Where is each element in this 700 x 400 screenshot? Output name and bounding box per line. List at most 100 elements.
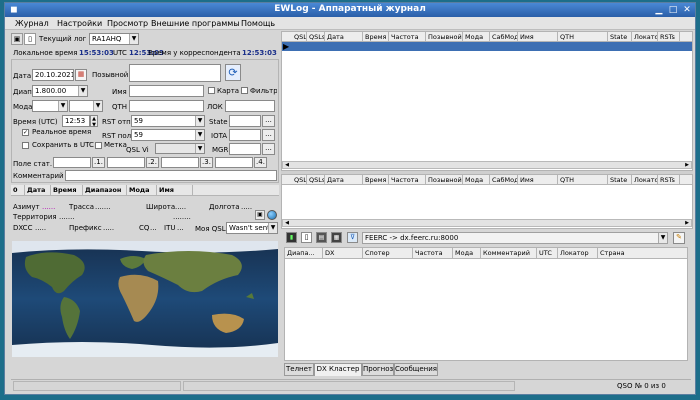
world-map[interactable] — [12, 241, 278, 357]
prev-col-qth[interactable]: QTH — [558, 175, 608, 185]
comment-input[interactable] — [65, 170, 277, 181]
log-col-freq[interactable]: Частота — [389, 32, 426, 42]
mgr-browse-button[interactable]: ... — [262, 143, 275, 155]
tab-forecast[interactable]: Прогноз — [362, 363, 394, 376]
menu-view[interactable]: Просмотр — [107, 19, 148, 28]
qth-input[interactable] — [129, 100, 204, 112]
current-log-select[interactable]: RA1AHQ ▼ — [89, 33, 139, 45]
rst-rcvd-select[interactable]: 59 ▼ — [131, 129, 205, 141]
iota-browse-button[interactable]: ... — [262, 129, 275, 141]
log-col-submode[interactable]: СабМод — [490, 32, 518, 42]
band-select[interactable]: 1.800.00 ▼ — [32, 85, 88, 97]
submode-select[interactable]: ▼ — [69, 100, 103, 112]
cluster-server-select[interactable]: FEERC -> dx.feerc.ru:8000 ▼ — [362, 232, 668, 244]
history-col-num[interactable]: 0 — [11, 185, 25, 195]
log-col-locator[interactable]: Локатор — [632, 32, 658, 42]
previous-hscrollbar[interactable]: ◀ ▶ — [282, 219, 692, 227]
menu-settings[interactable]: Настройки — [57, 19, 102, 28]
prev-col-date[interactable]: Дата — [325, 175, 363, 185]
scroll-right-icon[interactable]: ▶ — [683, 162, 691, 168]
filter-checkbox[interactable] — [241, 87, 248, 94]
mark-checkbox[interactable] — [95, 142, 102, 149]
log-col-qth[interactable]: QTH — [558, 32, 608, 42]
globe-icon[interactable] — [267, 210, 277, 220]
settings-icon[interactable]: ▤ — [316, 232, 327, 243]
menu-journal[interactable]: Журнал — [15, 19, 49, 28]
menu-external-programs[interactable]: Внешние программы — [151, 19, 240, 28]
date-field[interactable]: 20.10.2021 — [32, 69, 74, 81]
menu-help[interactable]: Помощь — [241, 19, 275, 28]
cluster-col-dx[interactable]: DX — [323, 248, 363, 259]
calendar-icon[interactable]: ▦ — [75, 69, 87, 81]
log-col-state[interactable]: State — [608, 32, 632, 42]
connect-icon[interactable]: ▮ — [286, 232, 297, 243]
state-browse-button[interactable]: ... — [262, 115, 275, 127]
minimize-icon[interactable]: ▁ — [653, 5, 665, 15]
log-col-rsts[interactable]: RSTs — [658, 32, 680, 42]
cluster-col-locator[interactable]: Локатор — [558, 248, 598, 259]
cluster-col-comment[interactable]: Комментарий — [481, 248, 537, 259]
photo-icon[interactable]: ▣ — [255, 210, 265, 220]
edit-icon[interactable]: ✎ — [673, 232, 685, 244]
log-selected-row[interactable]: ▶ — [282, 42, 692, 51]
qsl-via-select[interactable]: ▼ — [155, 143, 205, 154]
name-input[interactable] — [129, 85, 204, 97]
log-col-mode[interactable]: Мода — [463, 32, 490, 42]
field-stat-3-input[interactable] — [161, 157, 199, 168]
callsign-input[interactable] — [129, 64, 221, 82]
prev-col-qsls[interactable]: QSLs — [307, 175, 325, 185]
log-col-qsl[interactable]: QSL — [292, 32, 307, 42]
prev-col-name[interactable]: Имя — [518, 175, 558, 185]
field-stat-4-input[interactable] — [215, 157, 253, 168]
save-utc-checkbox[interactable] — [22, 142, 29, 149]
prev-col-mode[interactable]: Мода — [463, 175, 490, 185]
history-col-mode[interactable]: Мода — [127, 185, 157, 195]
my-qsl-select[interactable]: Wasn't sent ▼ — [226, 222, 278, 234]
locator-input[interactable] — [225, 100, 275, 112]
history-col-time[interactable]: Время — [51, 185, 83, 195]
prev-col-submode[interactable]: СабМод — [490, 175, 518, 185]
history-col-date[interactable]: Дата — [25, 185, 51, 195]
list-icon[interactable]: ▦ — [331, 232, 342, 243]
cluster-col-utc[interactable]: UTC — [537, 248, 558, 259]
field-stat-2-button[interactable]: .2. — [146, 157, 159, 168]
field-stat-4-button[interactable]: .4. — [254, 157, 267, 168]
prev-col-qsl[interactable]: QSL — [292, 175, 307, 185]
rst-sent-select[interactable]: 59 ▼ — [131, 115, 205, 127]
tab-messages[interactable]: Сообщения — [394, 363, 438, 376]
tab-telnet[interactable]: Телнет — [284, 363, 314, 376]
realtime-checkbox[interactable]: ✓ — [22, 129, 29, 136]
scroll-right-icon[interactable]: ▶ — [683, 220, 691, 226]
mgr-input[interactable] — [229, 143, 261, 155]
log-col-callsign[interactable]: Позывной — [426, 32, 463, 42]
time-input[interactable]: 12:53 — [62, 115, 90, 127]
cluster-col-country[interactable]: Страна — [598, 248, 687, 259]
field-stat-1-input[interactable] — [53, 157, 91, 168]
iota-input[interactable] — [229, 129, 261, 141]
prev-col-freq[interactable]: Частота — [389, 175, 426, 185]
filter-icon[interactable]: ⊽ — [347, 232, 358, 243]
log-hscrollbar[interactable]: ◀ ▶ — [282, 161, 692, 169]
mode-select[interactable]: ▼ — [32, 100, 68, 112]
cluster-col-band[interactable]: Диапа... — [285, 248, 323, 259]
log-col-date[interactable]: Дата — [325, 32, 363, 42]
tab-dx-cluster[interactable]: DX Кластер — [314, 363, 362, 376]
log-col-time[interactable]: Время — [363, 32, 389, 42]
close-icon[interactable]: ✕ — [681, 5, 693, 15]
prev-col-time[interactable]: Время — [363, 175, 389, 185]
cluster-col-freq[interactable]: Частота — [413, 248, 453, 259]
cluster-col-mode[interactable]: Мода — [453, 248, 481, 259]
scroll-left-icon[interactable]: ◀ — [283, 162, 291, 168]
maximize-icon[interactable]: □ — [667, 5, 679, 15]
log-col-name[interactable]: Имя — [518, 32, 558, 42]
field-stat-1-button[interactable]: .1. — [92, 157, 105, 168]
history-col-band[interactable]: Диапазон — [83, 185, 127, 195]
time-spinner[interactable]: ▲ ▼ — [90, 115, 98, 128]
prev-col-locator[interactable]: Локатор — [632, 175, 658, 185]
field-stat-3-button[interactable]: .3. — [200, 157, 213, 168]
refresh-icon[interactable]: ⟳ — [225, 64, 241, 81]
log-col-qsls[interactable]: QSLs — [307, 32, 325, 42]
cluster-col-spotter[interactable]: Спотер — [363, 248, 413, 259]
field-stat-2-input[interactable] — [107, 157, 145, 168]
save-icon[interactable]: ▣ — [11, 33, 23, 45]
